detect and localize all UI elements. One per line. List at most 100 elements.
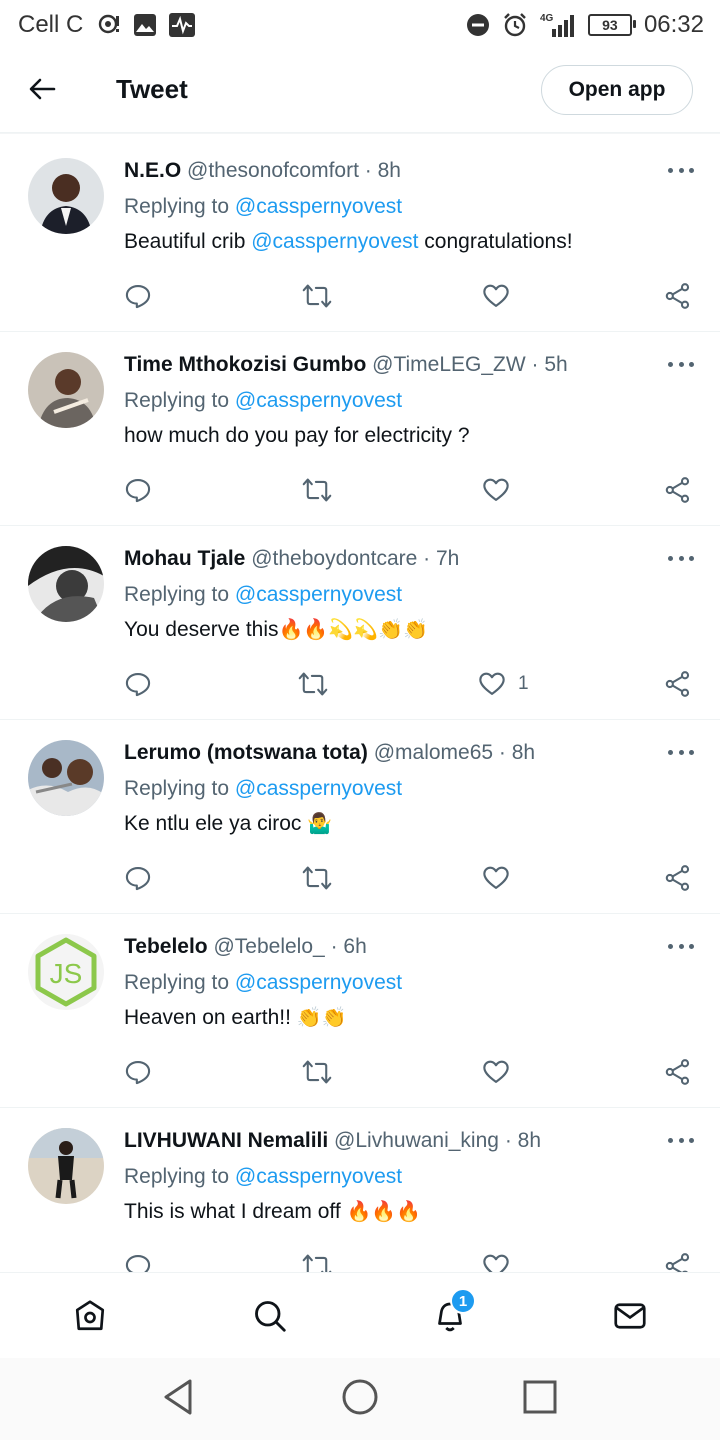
more-options-icon[interactable] <box>668 168 694 176</box>
retweet-button[interactable] <box>302 1056 332 1088</box>
system-home-button[interactable] <box>340 1377 380 1422</box>
system-back-button[interactable] <box>160 1377 200 1422</box>
heart-icon <box>483 866 509 889</box>
user-handle: @thesonofcomfort <box>187 159 359 182</box>
tweet-actions <box>124 280 696 312</box>
reply-tweet[interactable]: Mohau Tjale @theboydontcare · 7h Replyin… <box>0 526 720 720</box>
reply-to-link[interactable]: @casspernyovest <box>235 971 402 994</box>
reply-to-link[interactable]: @casspernyovest <box>235 1165 402 1188</box>
reply-button[interactable] <box>124 1250 152 1272</box>
reply-tweet[interactable]: N.E.O @thesonofcomfort · 8h Replying to … <box>0 138 720 332</box>
avatar[interactable]: JS <box>28 934 104 1010</box>
avatar[interactable] <box>28 1128 104 1204</box>
reply-to-link[interactable]: @casspernyovest <box>235 389 402 412</box>
retweet-button[interactable] <box>302 862 332 894</box>
mention-link[interactable]: @casspernyovest <box>251 230 418 253</box>
like-button[interactable] <box>482 1250 522 1272</box>
retweet-button[interactable] <box>302 1250 332 1272</box>
tweet-text: This is what I dream off 🔥🔥🔥 <box>124 1197 684 1227</box>
like-button[interactable] <box>482 862 522 894</box>
more-options-icon[interactable] <box>668 944 694 952</box>
share-button[interactable] <box>664 280 692 312</box>
like-button[interactable] <box>482 474 522 506</box>
tweet-actions <box>124 474 696 506</box>
retweet-icon <box>302 1254 332 1272</box>
tweet-time: · 8h <box>504 1129 541 1152</box>
page-title: Tweet <box>116 74 188 104</box>
like-button[interactable] <box>482 280 522 312</box>
retweet-button[interactable] <box>302 474 332 506</box>
reply-button[interactable] <box>124 668 152 700</box>
reply-button[interactable] <box>124 1056 152 1088</box>
reply-icon <box>125 479 151 503</box>
retweet-icon <box>302 478 332 502</box>
more-options-icon[interactable] <box>668 556 694 564</box>
circle-home-icon <box>342 1379 378 1414</box>
reply-tweet[interactable]: Lerumo (motswana tota) @malome65 · 8h Re… <box>0 720 720 914</box>
display-name[interactable]: Tebelelo <box>124 935 208 958</box>
user-handle: @Tebelelo_ <box>213 935 325 958</box>
display-name[interactable]: Lerumo (motswana tota) <box>124 741 368 764</box>
back-button[interactable] <box>24 71 60 107</box>
reply-tweet[interactable]: Time Mthokozisi Gumbo @TimeLEG_ZW · 5h R… <box>0 332 720 526</box>
share-button[interactable] <box>664 1250 692 1272</box>
like-count: 1 <box>518 673 529 694</box>
avatar[interactable] <box>28 158 104 234</box>
tweet-time: · 6h <box>330 935 367 958</box>
avatar[interactable] <box>28 352 104 428</box>
like-button[interactable]: 1 <box>478 668 529 700</box>
reply-to-link[interactable]: @casspernyovest <box>235 583 402 606</box>
carrier-label: Cell C <box>18 11 84 38</box>
share-button[interactable] <box>664 862 692 894</box>
like-button[interactable] <box>482 1056 522 1088</box>
bottom-navigation: 1 <box>0 1272 720 1359</box>
emoji: 👏👏 <box>296 1007 347 1029</box>
tweet-actions: 1 <box>124 668 696 700</box>
share-button[interactable] <box>664 668 692 700</box>
more-options-icon[interactable] <box>668 362 694 370</box>
system-recents-button[interactable] <box>520 1377 560 1422</box>
reply-to-link[interactable]: @casspernyovest <box>235 777 402 800</box>
retweet-icon <box>302 866 332 890</box>
heart-icon <box>483 284 509 307</box>
display-name[interactable]: N.E.O <box>124 159 181 182</box>
heart-icon <box>483 1254 509 1272</box>
retweet-button[interactable] <box>298 668 328 700</box>
reply-button[interactable] <box>124 474 152 506</box>
reply-button[interactable] <box>124 280 152 312</box>
share-button[interactable] <box>664 474 692 506</box>
avatar[interactable] <box>28 740 104 816</box>
replying-label: Replying to <box>124 971 230 994</box>
image-icon <box>133 13 157 37</box>
reply-to-link[interactable]: @casspernyovest <box>235 195 402 218</box>
tweet-actions <box>124 862 696 894</box>
replies-feed[interactable]: N.E.O @thesonofcomfort · 8h Replying to … <box>0 138 720 1272</box>
status-bar: Cell C 4G 93 06:32 <box>0 0 720 50</box>
display-name[interactable]: Time Mthokozisi Gumbo <box>124 353 366 376</box>
display-name[interactable]: LIVHUWANI Nemalili <box>124 1129 328 1152</box>
avatar[interactable] <box>28 546 104 622</box>
reply-icon <box>125 285 151 309</box>
tweet-time: · 8h <box>498 741 536 764</box>
display-name[interactable]: Mohau Tjale <box>124 547 245 570</box>
nav-notifications-button[interactable]: 1 <box>420 1286 480 1346</box>
reply-tweet[interactable]: LIVHUWANI Nemalili @Livhuwani_king · 8h … <box>0 1108 720 1272</box>
nav-search-button[interactable] <box>240 1286 300 1346</box>
more-options-icon[interactable] <box>668 1138 694 1146</box>
signal-icon: 4G <box>540 13 576 37</box>
nav-messages-button[interactable] <box>600 1286 660 1346</box>
share-button[interactable] <box>664 1056 692 1088</box>
reply-button[interactable] <box>124 862 152 894</box>
retweet-button[interactable] <box>302 280 332 312</box>
heart-icon <box>479 672 505 695</box>
notification-badge: 1 <box>450 1288 476 1314</box>
reply-tweet[interactable]: JS Tebelelo @Tebelelo_ · 6h Replying to … <box>0 914 720 1108</box>
battery-indicator: 93 <box>587 14 636 36</box>
tweet-text: Ke ntlu ele ya ciroc 🤷‍♂️ <box>124 809 684 839</box>
nav-home-button[interactable] <box>60 1286 120 1346</box>
activity-icon <box>169 13 196 37</box>
replying-label: Replying to <box>124 777 230 800</box>
reply-icon <box>125 673 151 697</box>
more-options-icon[interactable] <box>668 750 694 758</box>
open-app-button[interactable]: Open app <box>541 65 693 115</box>
